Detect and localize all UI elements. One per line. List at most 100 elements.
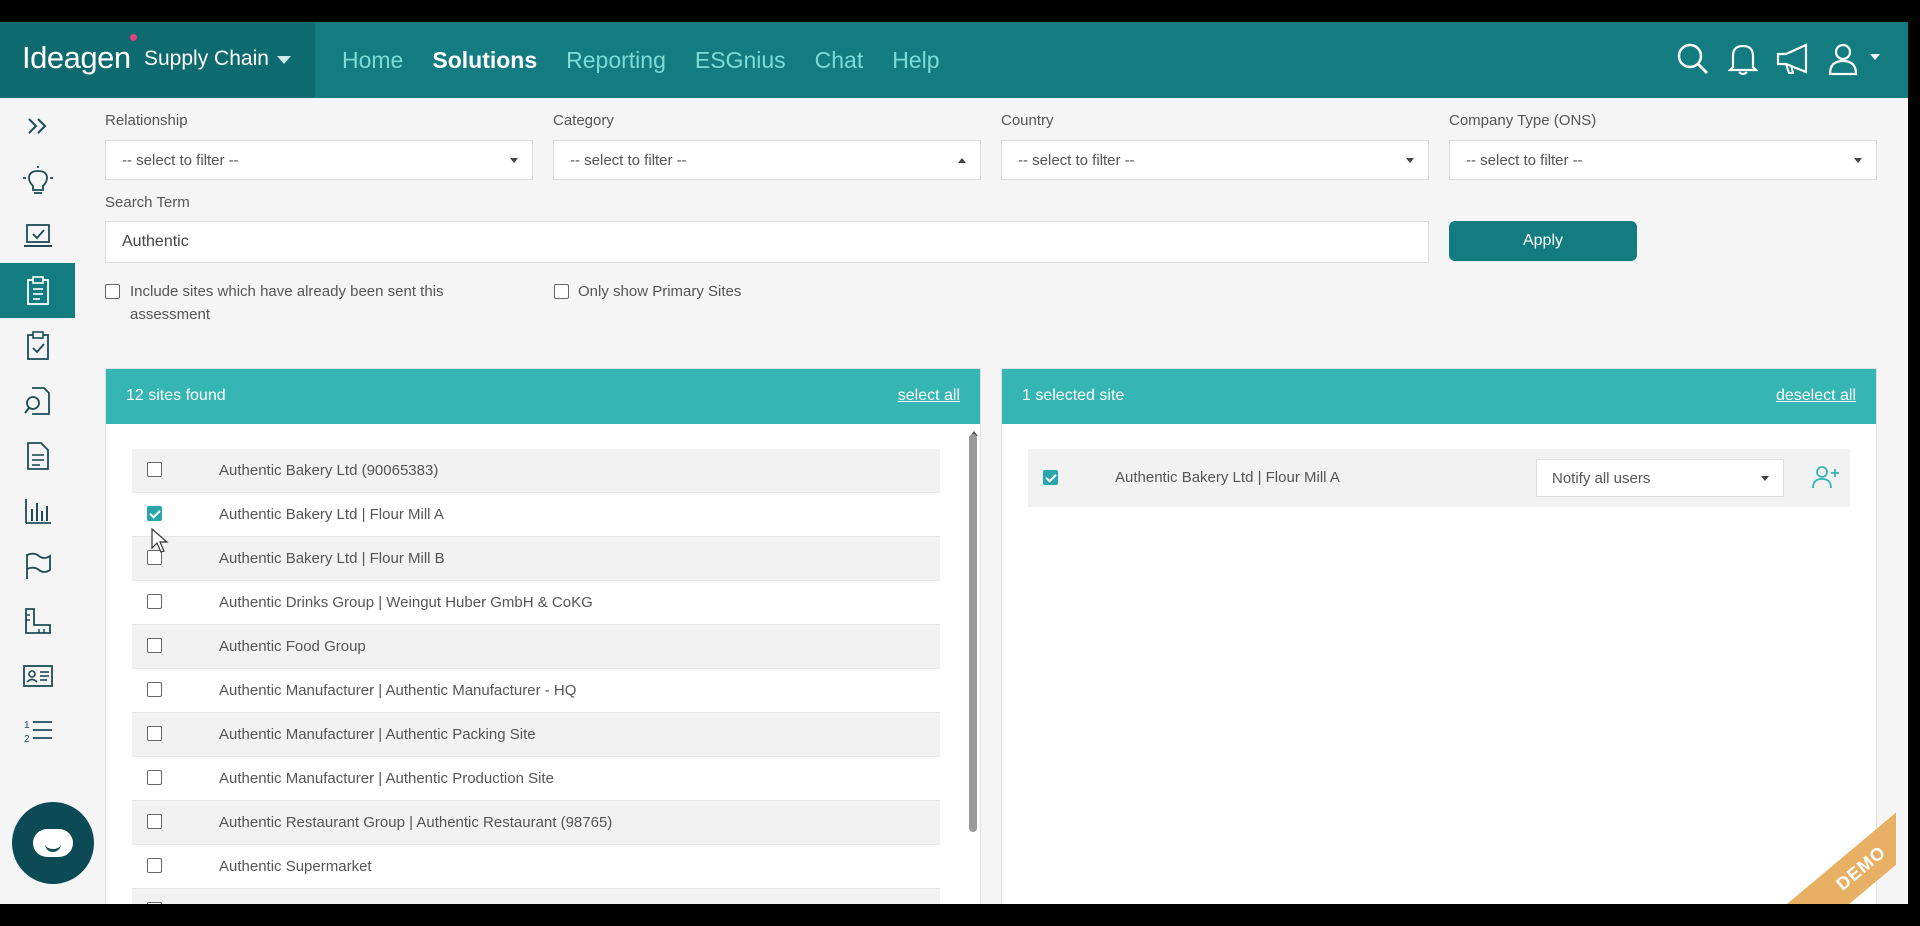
site-row[interactable]: Authentic Manufacturer | Authentic Produ… bbox=[132, 757, 940, 801]
site-list: Authentic Bakery Ltd (90065383) Authentic… bbox=[132, 449, 940, 904]
deselect-all-link[interactable]: deselect all bbox=[1776, 387, 1856, 405]
category-value: -- select to filter -- bbox=[570, 151, 687, 169]
numbered-list-icon: 12 bbox=[24, 720, 52, 745]
caret-down-icon bbox=[1854, 158, 1862, 163]
site-checkbox[interactable] bbox=[147, 682, 162, 697]
sidebar-item-reviews[interactable] bbox=[0, 318, 75, 373]
sidebar-item-measurements[interactable] bbox=[0, 593, 75, 648]
nav-reporting[interactable]: Reporting bbox=[566, 47, 666, 74]
sidebar-item-tasks[interactable] bbox=[0, 208, 75, 263]
caret-down-icon bbox=[1761, 476, 1769, 481]
site-name: Authentic Food Group bbox=[219, 638, 366, 655]
relationship-select[interactable]: -- select to filter -- bbox=[105, 140, 533, 180]
primary-only-label: Only show Primary Sites bbox=[578, 283, 742, 300]
lightbulb-icon bbox=[22, 165, 53, 194]
sidebar-item-flags[interactable] bbox=[0, 538, 75, 593]
sidebar-item-lists[interactable]: 12 bbox=[0, 703, 75, 758]
apply-button[interactable]: Apply bbox=[1449, 221, 1637, 261]
id-card-icon bbox=[22, 664, 53, 687]
site-checkbox[interactable] bbox=[147, 858, 162, 873]
category-select[interactable]: -- select to filter -- bbox=[553, 140, 981, 180]
company-type-value: -- select to filter -- bbox=[1466, 151, 1583, 169]
chat-launcher-button[interactable] bbox=[12, 802, 94, 884]
site-name: Authentic Bakery Ltd | Flour Mill A bbox=[219, 506, 444, 523]
site-checkbox[interactable] bbox=[147, 814, 162, 829]
site-row[interactable]: Authentic Supermarket bbox=[132, 845, 940, 889]
select-all-link[interactable]: select all bbox=[898, 387, 960, 405]
sidebar-item-assessments[interactable] bbox=[0, 263, 75, 318]
expand-icon bbox=[27, 117, 46, 134]
clipboard-icon bbox=[26, 275, 49, 305]
user-menu-icon[interactable] bbox=[1828, 42, 1892, 81]
category-label: Category bbox=[553, 112, 614, 129]
product-name: Supply Chain bbox=[144, 47, 269, 70]
selected-site-row: Authentic Bakery Ltd | Flour Mill A Noti… bbox=[1028, 449, 1850, 507]
nav-help[interactable]: Help bbox=[892, 47, 939, 74]
caret-down-icon bbox=[510, 158, 518, 163]
site-name: Authentic Bakery Ltd (90065383) bbox=[219, 462, 439, 479]
site-name: Authentic Manufacturer | Authentic Packi… bbox=[219, 726, 536, 743]
relationship-label: Relationship bbox=[105, 112, 188, 129]
site-row[interactable]: Authentic Manufacturer | Authentic Packi… bbox=[132, 713, 940, 757]
caret-up-icon bbox=[958, 158, 966, 163]
add-user-icon[interactable] bbox=[1812, 465, 1840, 494]
nav-esgnius[interactable]: ESGnius bbox=[695, 47, 786, 74]
site-checkbox[interactable] bbox=[147, 902, 162, 904]
site-checkbox[interactable] bbox=[147, 726, 162, 741]
sidebar-item-insights[interactable] bbox=[0, 153, 75, 208]
chat-icon bbox=[33, 829, 73, 857]
laptop-check-icon bbox=[23, 223, 52, 247]
document-icon bbox=[26, 441, 49, 470]
notify-select[interactable]: Notify all users bbox=[1536, 459, 1784, 497]
search-icon[interactable] bbox=[1676, 42, 1710, 81]
site-checkbox[interactable] bbox=[147, 462, 162, 477]
main-content: Relationship -- select to filter -- Cate… bbox=[75, 98, 1908, 904]
sidebar-item-contacts[interactable] bbox=[0, 648, 75, 703]
brand-switcher[interactable]: Ideagen Supply Chain bbox=[0, 22, 315, 98]
selected-site-name: Authentic Bakery Ltd | Flour Mill A bbox=[1115, 469, 1340, 486]
primary-only-checkbox[interactable] bbox=[554, 284, 569, 299]
site-checkbox[interactable] bbox=[147, 506, 162, 521]
search-input[interactable] bbox=[105, 221, 1429, 263]
brand-logo-dot bbox=[130, 34, 137, 41]
site-name: Authentic Manufacturer | Authentic Produ… bbox=[219, 770, 554, 787]
site-checkbox[interactable] bbox=[147, 594, 162, 609]
site-name: Authentic Restaurant Group | Authentic R… bbox=[219, 814, 613, 831]
nav-solutions[interactable]: Solutions bbox=[432, 47, 537, 74]
bar-chart-icon bbox=[24, 498, 51, 524]
company-type-label: Company Type (ONS) bbox=[1449, 112, 1597, 129]
site-list-scrollbar[interactable] bbox=[969, 434, 977, 832]
site-checkbox[interactable] bbox=[147, 770, 162, 785]
selected-sites-panel: 1 selected site deselect all Authentic B… bbox=[1001, 368, 1877, 904]
nav-chat[interactable]: Chat bbox=[815, 47, 864, 74]
brand-logo: Ideagen bbox=[22, 40, 131, 75]
top-navigation-bar: Ideagen Supply Chain Home Solutions Repo… bbox=[0, 22, 1908, 98]
country-select[interactable]: -- select to filter -- bbox=[1001, 140, 1429, 180]
site-row[interactable]: Authentic Bakery Ltd | Flour Mill B bbox=[132, 537, 940, 581]
site-row[interactable]: Authentic Supplier Manager bbox=[132, 889, 940, 904]
country-label: Country bbox=[1001, 112, 1054, 129]
site-checkbox[interactable] bbox=[147, 638, 162, 653]
site-row[interactable]: Authentic Bakery Ltd (90065383) bbox=[132, 449, 940, 493]
selected-sites-header: 1 selected site deselect all bbox=[1002, 369, 1876, 424]
site-row[interactable]: Authentic Manufacturer | Authentic Manuf… bbox=[132, 669, 940, 713]
selected-site-checkbox[interactable] bbox=[1043, 470, 1058, 485]
company-type-select[interactable]: -- select to filter -- bbox=[1449, 140, 1877, 180]
megaphone-icon[interactable] bbox=[1774, 42, 1814, 81]
caret-down-icon bbox=[1406, 158, 1414, 163]
site-row[interactable]: Authentic Drinks Group | Weingut Huber G… bbox=[132, 581, 940, 625]
include-sent-checkbox[interactable] bbox=[105, 284, 120, 299]
nav-home[interactable]: Home bbox=[342, 47, 403, 74]
site-row[interactable]: Authentic Restaurant Group | Authentic R… bbox=[132, 801, 940, 845]
site-name: Authentic Bakery Ltd | Flour Mill B bbox=[219, 550, 445, 567]
site-name: Authentic Supplier Manager bbox=[219, 902, 404, 904]
site-row[interactable]: Authentic Bakery Ltd | Flour Mill A bbox=[132, 493, 940, 537]
search-term-label: Search Term bbox=[105, 194, 190, 211]
sidebar-item-reports[interactable] bbox=[0, 483, 75, 538]
bell-icon[interactable] bbox=[1727, 42, 1759, 81]
sidebar-item-documents[interactable] bbox=[0, 428, 75, 483]
sidebar-expand[interactable] bbox=[0, 98, 75, 153]
site-row[interactable]: Authentic Food Group bbox=[132, 625, 940, 669]
notify-value: Notify all users bbox=[1552, 469, 1651, 487]
sidebar-item-documents-search[interactable] bbox=[0, 373, 75, 428]
